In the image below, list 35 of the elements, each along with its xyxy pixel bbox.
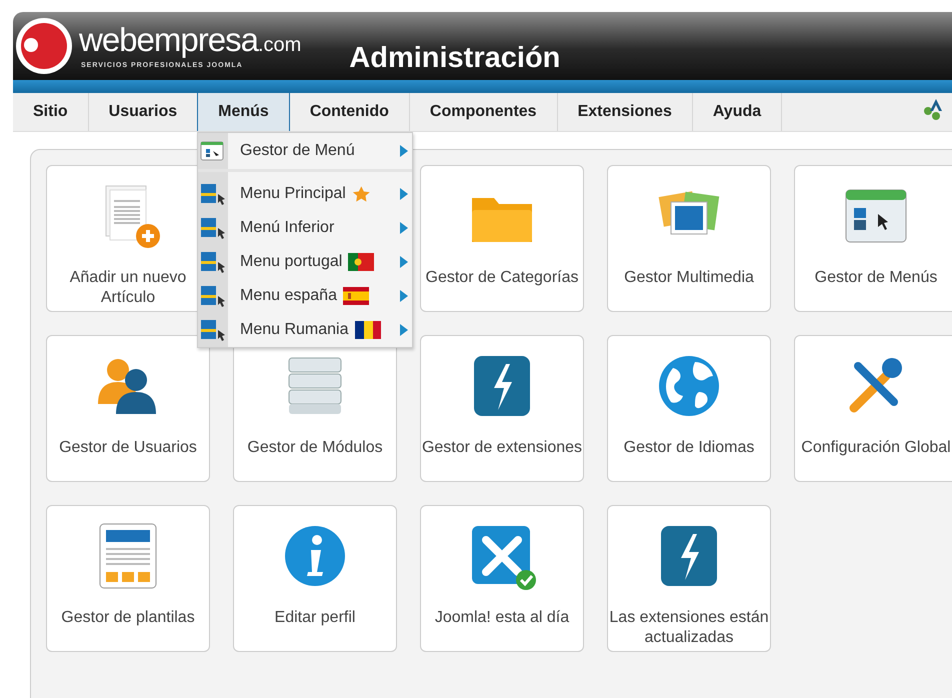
shortcut-card[interactable]: Gestor de Categorías [420, 165, 584, 312]
menu-icon [200, 319, 226, 341]
shortcut-card[interactable]: Gestor de Idiomas [607, 335, 771, 482]
shortcut-card[interactable]: Joomla! esta al día [420, 505, 584, 652]
submenu-arrow-icon [400, 324, 408, 336]
shortcut-card[interactable]: Editar perfil [233, 505, 397, 652]
menu-icon [200, 217, 226, 239]
shortcut-card[interactable]: Configuración Global [794, 335, 952, 482]
nav-tab[interactable]: Ayuda [692, 93, 782, 131]
shortcut-card[interactable]: Gestor Multimedia [607, 165, 771, 312]
flag-icon [348, 253, 374, 271]
menu-icon [200, 183, 226, 205]
shortcut-card[interactable]: Las extensiones están actualizadas [607, 505, 771, 652]
logo-text: webempresa.com [79, 23, 302, 60]
menu-manager-icon [200, 140, 226, 162]
submenu-arrow-icon [400, 145, 408, 157]
submenu-arrow-icon [400, 290, 408, 302]
nav-tab[interactable]: Menús [197, 93, 290, 131]
page-title: Administración [349, 42, 560, 74]
logo-icon [15, 17, 73, 75]
shortcut-card[interactable]: Gestor de plantilas [46, 505, 210, 652]
menu-icon [200, 285, 226, 307]
shortcut-card[interactable]: Gestor de Menús [794, 165, 952, 312]
submenu-arrow-icon [400, 222, 408, 234]
nav-tab[interactable]: Sitio [13, 93, 89, 131]
flag-icon [354, 321, 380, 339]
shortcut-card[interactable]: Gestor de Usuarios [46, 335, 210, 482]
nav-tab[interactable]: Extensiones [558, 93, 693, 131]
nav-tab[interactable]: Componentes [410, 93, 558, 131]
shortcut-card[interactable]: Gestor de extensiones [420, 335, 584, 482]
submenu-arrow-icon [400, 256, 408, 268]
menu-icon [200, 251, 226, 273]
nav-tab[interactable]: Contenido [290, 93, 410, 131]
flag-icon [342, 287, 369, 305]
submenu-arrow-icon [400, 188, 408, 200]
